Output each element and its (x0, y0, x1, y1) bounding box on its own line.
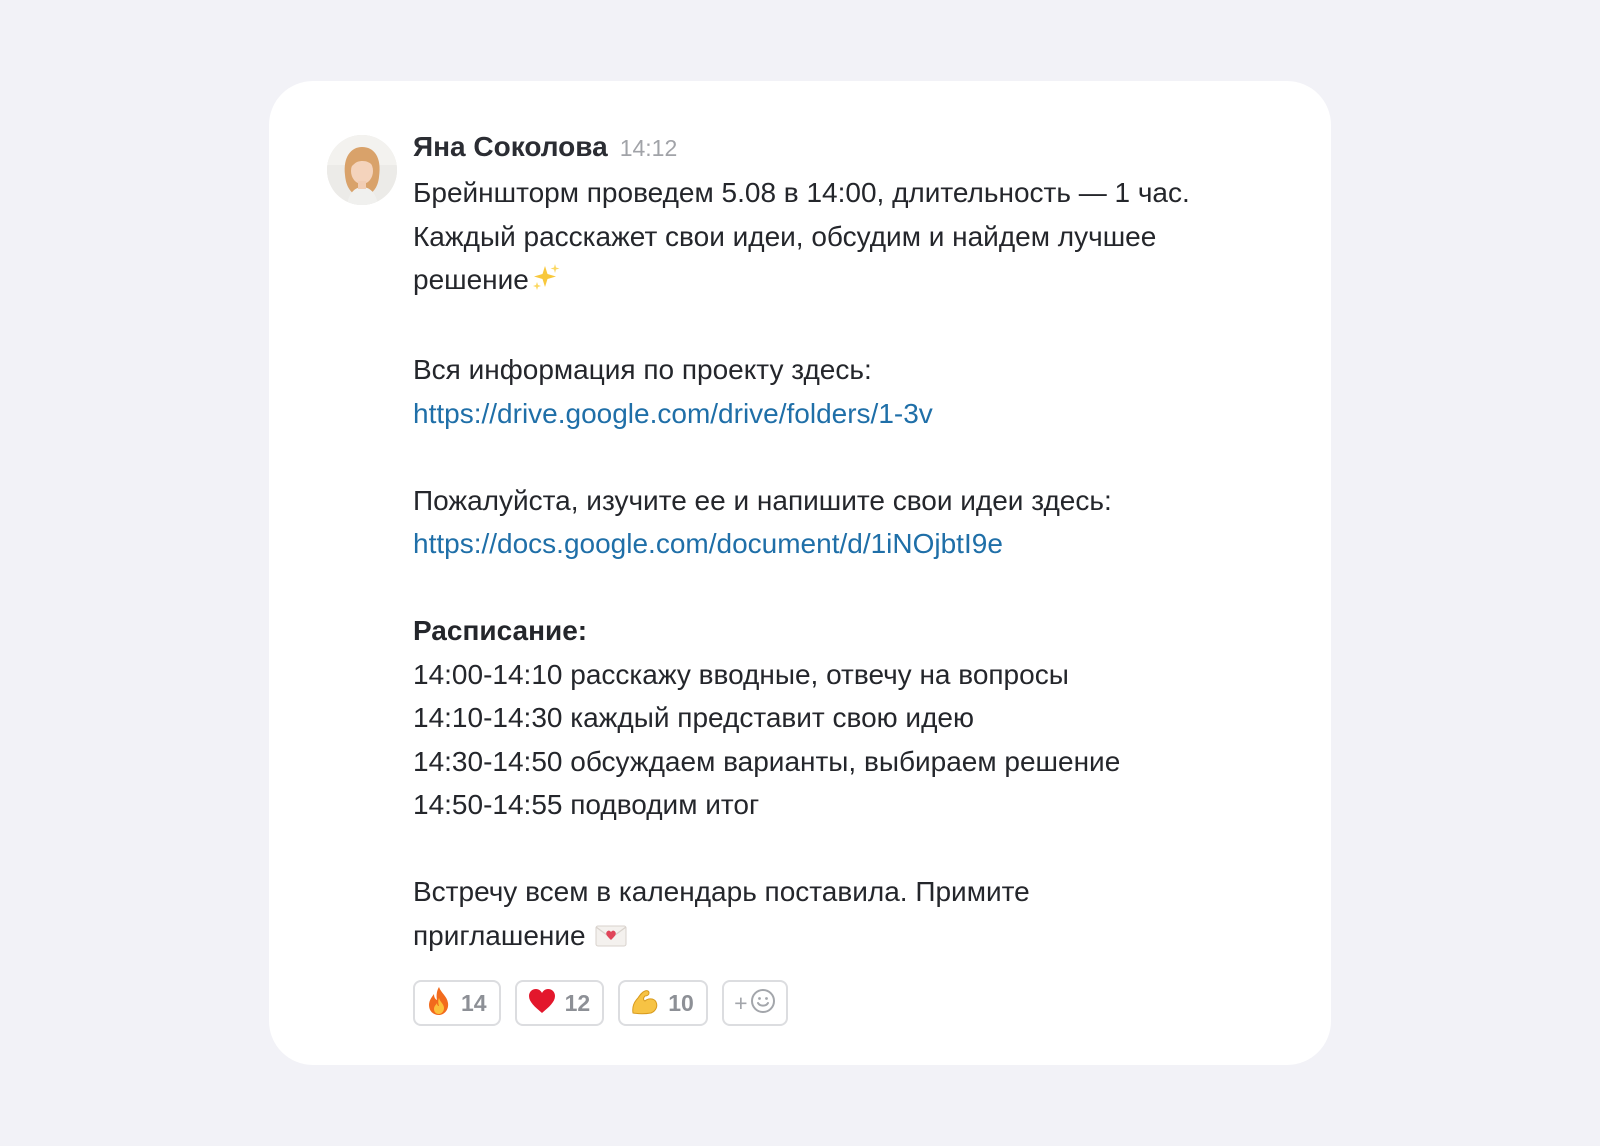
reaction-fire[interactable]: 14 (413, 980, 501, 1026)
flexed-biceps-icon (630, 987, 660, 1020)
sparkles-icon (531, 261, 561, 305)
reaction-count: 12 (564, 989, 591, 1016)
schedule-item: 14:30-14:50 обсуждаем варианты, выбираем… (413, 745, 1121, 777)
author-name[interactable]: Яна Соколова (413, 131, 608, 163)
docs-link-line: https://docs.google.com/document/d/1iNOj… (413, 522, 1293, 566)
smiley-icon (750, 988, 776, 1019)
love-letter-icon (595, 917, 627, 961)
message-body: Яна Соколова 14:12 Брейншторм проведем 5… (413, 131, 1293, 1026)
ideas-text: Пожалуйста, изучите ее и напишите свои и… (413, 484, 1112, 516)
reaction-count: 14 (461, 989, 487, 1016)
drive-link[interactable]: https://drive.google.com/drive/folders/1… (413, 398, 933, 429)
fire-icon (425, 986, 453, 1021)
reaction-count: 10 (668, 989, 694, 1016)
message-line: решение (413, 258, 1293, 305)
message-line: Каждый расскажет свои идеи, обсудим и на… (413, 220, 1157, 252)
schedule-item: 14:00-14:10 расскажу вводные, отвечу на … (413, 658, 1069, 690)
reaction-flexed-biceps[interactable]: 10 (618, 980, 708, 1026)
message-line: Брейншторм проведем 5.08 в 14:00, длител… (413, 177, 1190, 208)
drive-link-line: https://drive.google.com/drive/folders/1… (413, 392, 1293, 436)
info-text: Вся информация по проекту здесь: (413, 354, 872, 385)
message-card: Яна Соколова 14:12 Брейншторм проведем 5… (269, 81, 1331, 1065)
docs-link[interactable]: https://docs.google.com/document/d/1iNOj… (413, 528, 1003, 559)
reactions-bar: 14 12 10 + (413, 980, 1293, 1026)
closing-line: Встречу всем в календарь поставила. Прим… (413, 876, 1030, 907)
schedule-item: 14:50-14:55 подводим итог (413, 789, 760, 820)
closing-line: приглашение (413, 914, 1293, 961)
heart-icon (527, 987, 557, 1020)
schedule-title: Расписание: (413, 615, 588, 646)
avatar[interactable] (327, 135, 397, 205)
plus-icon: + (734, 989, 748, 1016)
reaction-heart[interactable]: 12 (514, 980, 605, 1026)
add-reaction-button[interactable]: + (721, 980, 788, 1026)
message-header: Яна Соколова 14:12 (413, 131, 1293, 171)
schedule-item: 14:10-14:30 каждый представит свою идею (413, 702, 974, 733)
closing-text: приглашение (413, 919, 586, 951)
message-text: решение (413, 264, 529, 295)
message-time[interactable]: 14:12 (620, 135, 678, 162)
avatar-photo-icon (327, 135, 397, 205)
